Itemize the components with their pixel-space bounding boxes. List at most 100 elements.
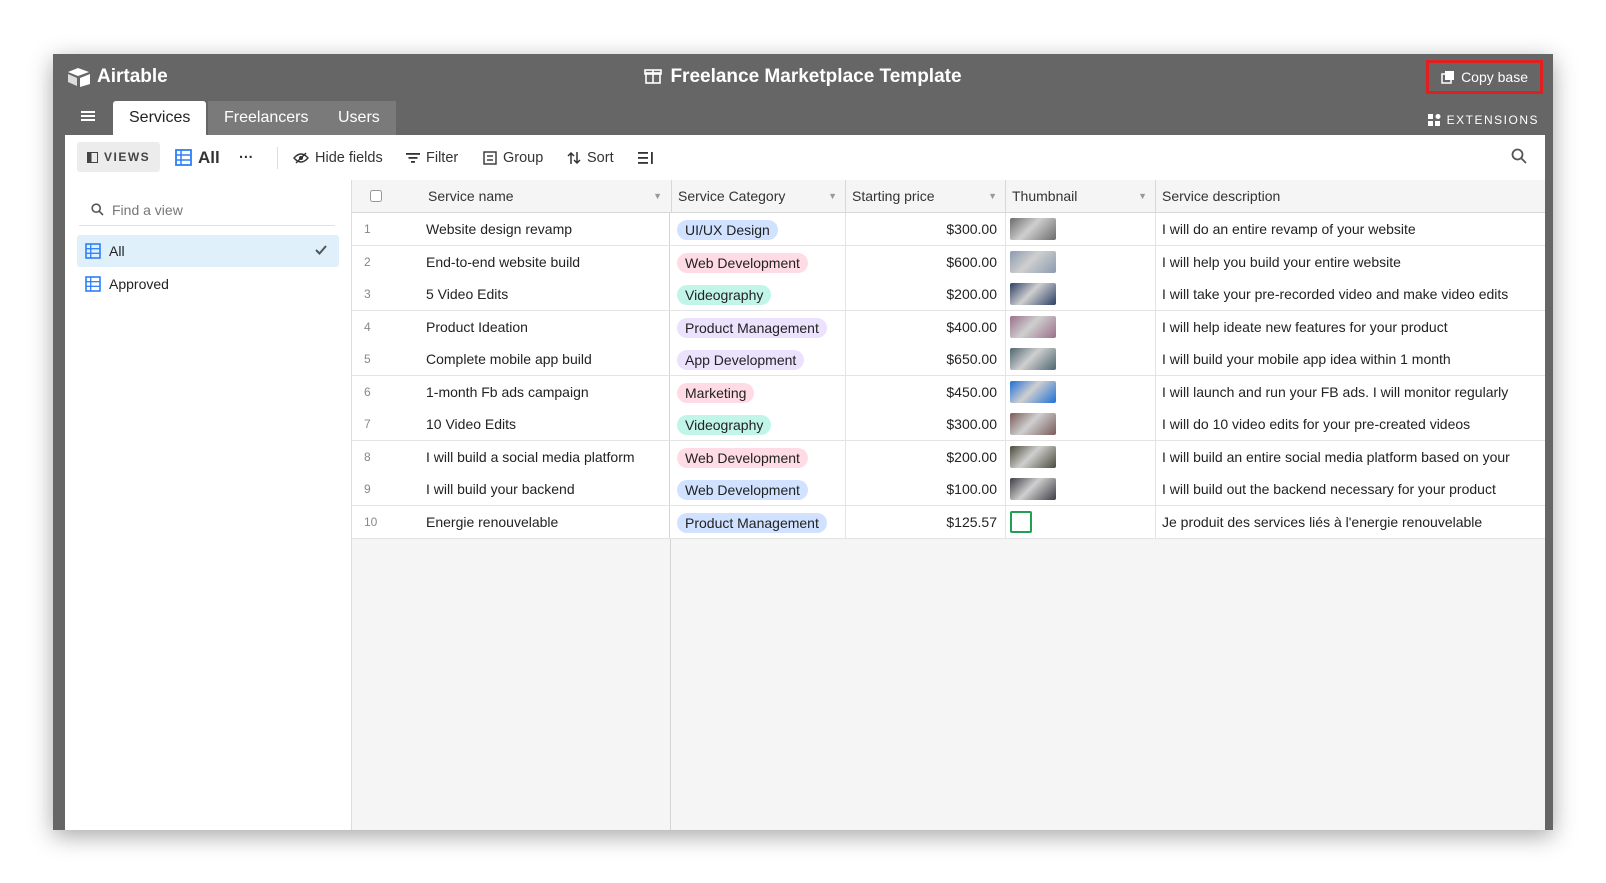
service-description-cell[interactable]: I will do an entire revamp of your websi…	[1155, 213, 1545, 245]
chevron-down-icon[interactable]: ▼	[828, 180, 837, 212]
filter-button[interactable]: Filter	[406, 135, 458, 180]
starting-price-cell[interactable]: $200.00	[845, 440, 1005, 473]
starting-price-cell[interactable]: $125.57	[845, 505, 1005, 538]
starting-price-cell[interactable]: $450.00	[845, 375, 1005, 408]
service-category-cell[interactable]: Videography	[677, 408, 845, 440]
thumbnail-image[interactable]	[1010, 413, 1056, 435]
thumbnail-cell[interactable]	[1005, 440, 1155, 473]
service-category-cell[interactable]: Web Development	[677, 246, 845, 278]
table-row[interactable]: 9 I will build your backend Web Developmen…	[352, 473, 1545, 506]
thumbnail-image[interactable]	[1010, 510, 1032, 533]
tab-users[interactable]: Users	[322, 101, 396, 135]
column-header-service-category[interactable]: Service Category ▼	[671, 180, 845, 212]
base-title[interactable]: Freelance Marketplace Template	[53, 66, 1553, 90]
service-description-cell[interactable]: I will build your mobile app idea within…	[1155, 343, 1545, 375]
service-name-cell[interactable]: Energie renouvelable	[426, 505, 670, 538]
starting-price-cell[interactable]: $300.00	[845, 408, 1005, 440]
service-category-cell[interactable]: Web Development	[677, 473, 845, 505]
current-view-button[interactable]: All	[175, 135, 220, 180]
thumbnail-cell[interactable]	[1005, 310, 1155, 343]
search-icon[interactable]	[1511, 148, 1527, 169]
starting-price-cell[interactable]: $200.00	[845, 278, 1005, 310]
view-more-button[interactable]: ···	[239, 135, 254, 180]
service-description-cell[interactable]: Je produit des services liés à l'energie…	[1155, 505, 1545, 538]
service-category-cell[interactable]: Product Management	[677, 311, 845, 343]
column-header-starting-price[interactable]: Starting price ▼	[845, 180, 1005, 212]
table-row[interactable]: 10 Energie renouvelable Product Management…	[352, 505, 1545, 539]
service-name-cell[interactable]: 10 Video Edits	[426, 408, 670, 440]
extensions-button[interactable]: EXTENSIONS	[1427, 113, 1539, 127]
service-description-cell[interactable]: I will help ideate new features for your…	[1155, 310, 1545, 343]
starting-price-cell[interactable]: $650.00	[845, 343, 1005, 375]
service-category-cell[interactable]: Product Management	[677, 506, 845, 538]
service-name-cell[interactable]: 5 Video Edits	[426, 278, 670, 310]
table-row[interactable]: 2 End-to-end website build Web Development…	[352, 245, 1545, 279]
select-all-checkbox[interactable]	[364, 180, 384, 212]
group-icon	[483, 150, 497, 165]
service-category-cell[interactable]: Videography	[677, 278, 845, 310]
column-header-service-name[interactable]: Service name ▼	[422, 180, 670, 212]
thumbnail-cell[interactable]	[1005, 375, 1155, 408]
tab-services[interactable]: Services	[113, 101, 207, 135]
tab-freelancers[interactable]: Freelancers	[208, 101, 325, 135]
table-row[interactable]: 6 1-month Fb ads campaign Marketing $450.00…	[352, 375, 1545, 409]
thumbnail-cell[interactable]	[1005, 408, 1155, 440]
service-description-cell[interactable]: I will do 10 video edits for your pre-cr…	[1155, 408, 1545, 440]
thumbnail-cell[interactable]	[1005, 213, 1155, 245]
service-name-cell[interactable]: I will build a social media platform	[426, 440, 670, 473]
service-category-cell[interactable]: Marketing	[677, 376, 845, 408]
table-row[interactable]: 8 I will build a social media platform Web…	[352, 440, 1545, 474]
thumbnail-image[interactable]	[1010, 315, 1056, 338]
service-name-cell[interactable]: 1-month Fb ads campaign	[426, 375, 670, 408]
service-name-cell[interactable]: Website design revamp	[426, 213, 670, 245]
service-description-cell[interactable]: I will take your pre-recorded video and …	[1155, 278, 1545, 310]
thumbnail-cell[interactable]	[1005, 505, 1155, 538]
service-description-cell[interactable]: I will launch and run your FB ads. I wil…	[1155, 375, 1545, 408]
chevron-down-icon[interactable]: ▼	[988, 180, 997, 212]
starting-price-cell[interactable]: $100.00	[845, 473, 1005, 505]
thumbnail-image[interactable]	[1010, 348, 1056, 370]
starting-price-cell[interactable]: $600.00	[845, 245, 1005, 278]
thumbnail-image[interactable]	[1010, 478, 1056, 500]
thumbnail-image[interactable]	[1010, 445, 1056, 468]
starting-price-cell[interactable]: $300.00	[845, 213, 1005, 245]
service-name-cell[interactable]: Product Ideation	[426, 310, 670, 343]
row-height-button[interactable]	[638, 135, 654, 180]
thumbnail-image[interactable]	[1010, 283, 1056, 305]
thumbnail-cell[interactable]	[1005, 245, 1155, 278]
thumbnail-image[interactable]	[1010, 218, 1056, 240]
thumbnail-cell[interactable]	[1005, 278, 1155, 310]
table-row[interactable]: 1 Website design revamp UI/UX Design $300.0…	[352, 213, 1545, 246]
service-name-cell[interactable]: I will build your backend	[426, 473, 670, 505]
service-description-cell[interactable]: I will help you build your entire websit…	[1155, 245, 1545, 278]
service-category-cell[interactable]: Web Development	[677, 441, 845, 473]
service-name-cell[interactable]: Complete mobile app build	[426, 343, 670, 375]
service-category-cell[interactable]: UI/UX Design	[677, 213, 845, 245]
table-row[interactable]: 4 Product Ideation Product Management $400.…	[352, 310, 1545, 344]
service-description-cell[interactable]: I will build out the backend necessary f…	[1155, 473, 1545, 505]
copy-base-button[interactable]: Copy base	[1426, 60, 1543, 94]
thumbnail-cell[interactable]	[1005, 343, 1155, 375]
chevron-down-icon[interactable]: ▼	[653, 180, 662, 212]
sidebar-view-all[interactable]: All	[77, 235, 339, 267]
sort-button[interactable]: Sort	[567, 135, 614, 180]
thumbnail-image[interactable]	[1010, 250, 1056, 273]
column-header-service-description[interactable]: Service description	[1155, 180, 1545, 212]
hamburger-menu-icon[interactable]	[81, 109, 95, 128]
column-header-thumbnail[interactable]: Thumbnail ▼	[1005, 180, 1155, 212]
starting-price-cell[interactable]: $400.00	[845, 310, 1005, 343]
chevron-down-icon[interactable]: ▼	[1138, 180, 1147, 212]
thumbnail-cell[interactable]	[1005, 473, 1155, 505]
service-name-cell[interactable]: End-to-end website build	[426, 245, 670, 278]
thumbnail-image[interactable]	[1010, 380, 1056, 403]
service-description-cell[interactable]: I will build an entire social media plat…	[1155, 440, 1545, 473]
table-row[interactable]: 3 5 Video Edits Videography $200.00 I will t…	[352, 278, 1545, 311]
group-button[interactable]: Group	[483, 135, 543, 180]
sidebar-view-approved[interactable]: Approved	[77, 268, 339, 300]
table-row[interactable]: 7 10 Video Edits Videography $300.00 I will …	[352, 408, 1545, 441]
hide-fields-button[interactable]: Hide fields	[293, 135, 383, 180]
table-row[interactable]: 5 Complete mobile app build App Developmen…	[352, 343, 1545, 376]
find-view-input[interactable]: Find a view	[79, 194, 335, 226]
service-category-cell[interactable]: App Development	[677, 343, 845, 375]
views-toggle-button[interactable]: VIEWS	[77, 142, 161, 172]
